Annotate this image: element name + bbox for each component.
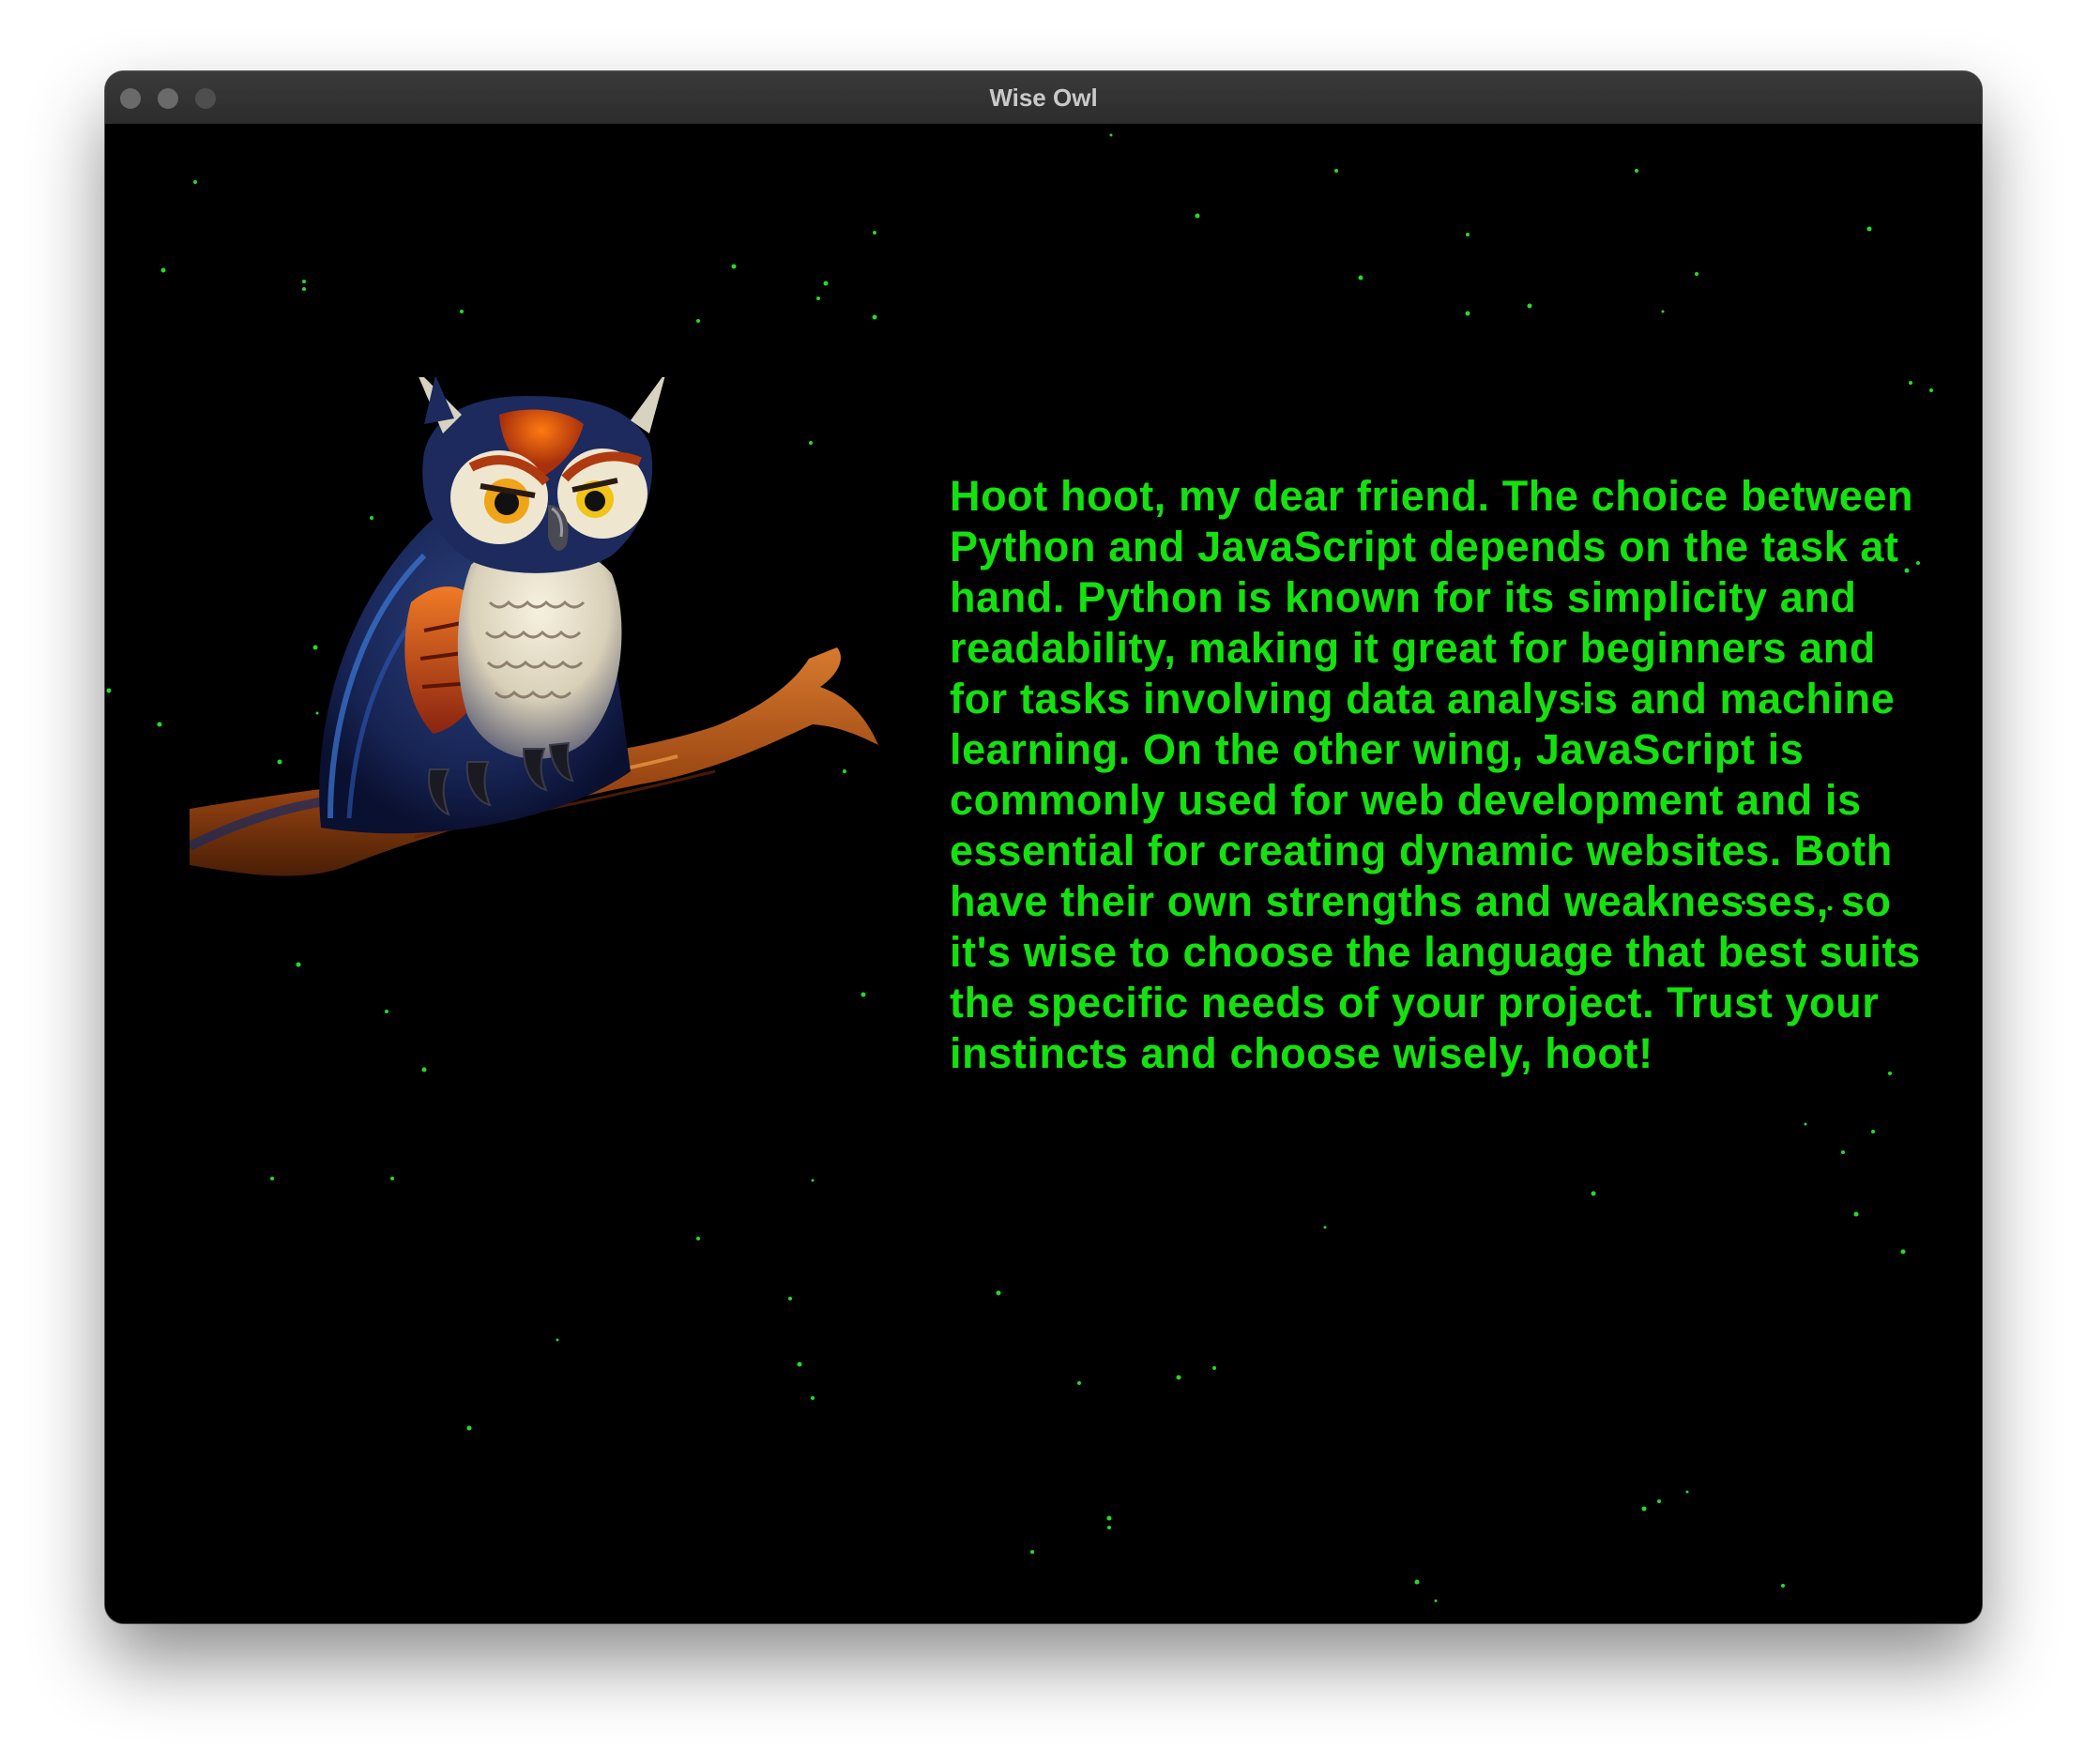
close-button[interactable] xyxy=(120,88,141,109)
maximize-button[interactable] xyxy=(195,88,216,109)
window-title: Wise Owl xyxy=(989,84,1098,112)
owl-illustration xyxy=(190,377,878,876)
app-window: Wise Owl Hoot hoot, my dear friend. The … xyxy=(105,71,1982,1623)
title-bar[interactable]: Wise Owl xyxy=(105,71,1982,125)
owl-response-text: Hoot hoot, my dear friend. The choice be… xyxy=(950,472,1921,1077)
minimize-button[interactable] xyxy=(158,88,178,109)
main-content: Hoot hoot, my dear friend. The choice be… xyxy=(105,124,1982,1623)
